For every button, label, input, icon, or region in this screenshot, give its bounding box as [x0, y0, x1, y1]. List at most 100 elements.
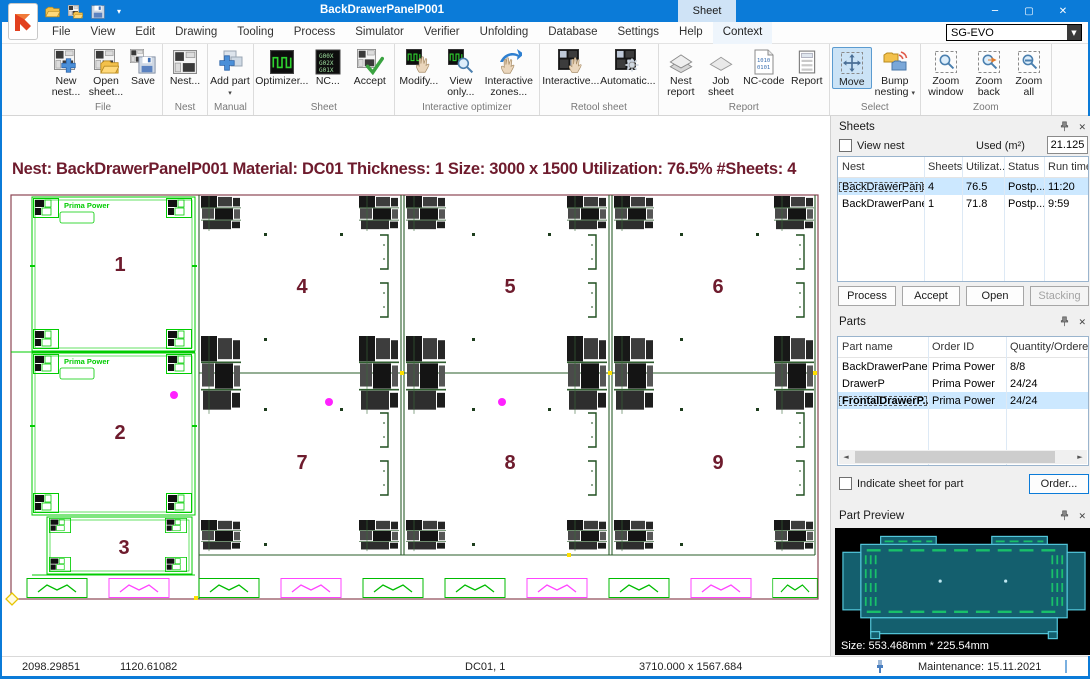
app-logo[interactable]: [8, 3, 38, 40]
tab-simulator[interactable]: Simulator: [345, 22, 414, 44]
statusbar-divider: [1065, 660, 1067, 673]
nest-button[interactable]: Nest...: [165, 47, 205, 87]
parts-row[interactable]: DrawerP Prima Power 24/24: [838, 375, 1088, 392]
maximize-button[interactable]: ▢: [1012, 0, 1046, 22]
parts-col-qty[interactable]: Quantity/Ordered: [1006, 341, 1089, 353]
optimizer-icon: [267, 48, 297, 76]
tab-unfolding[interactable]: Unfolding: [470, 22, 539, 44]
svg-text:1: 1: [114, 254, 125, 276]
parts-col-name[interactable]: Part name: [838, 341, 928, 353]
optimizer-button[interactable]: Optimizer...: [256, 47, 308, 87]
tab-verifier[interactable]: Verifier: [414, 22, 470, 44]
view-nest-label: View nest: [857, 140, 905, 152]
sheets-col-runtime[interactable]: Run time: [1044, 161, 1089, 173]
bump-nesting-button[interactable]: Bump nesting ▾: [872, 47, 918, 99]
minimize-button[interactable]: ─: [978, 0, 1012, 22]
parts-row[interactable]: BackDrawerPanelP Prima Power 8/8: [838, 358, 1088, 375]
ribbon-group-retool-sheet: Interactive... Automatic... Retool sheet: [540, 44, 659, 115]
sheets-col-sheets[interactable]: Sheets: [924, 161, 962, 173]
view-only-button[interactable]: View only...: [441, 47, 481, 99]
sheets-row[interactable]: BackDrawerPanel... 4 76.5 Postp... 11:20: [838, 178, 1088, 195]
accept-button[interactable]: Accept: [348, 47, 392, 87]
nc-button[interactable]: G00XG02XG01X NC...: [308, 47, 348, 87]
scroll-left-icon[interactable]: ◄: [839, 450, 853, 464]
retool-interactive-button[interactable]: Interactive...: [542, 47, 600, 87]
group-label-sheet: Sheet: [256, 102, 392, 115]
tab-context[interactable]: Context: [713, 22, 773, 44]
zoom-back-button[interactable]: Zoom back: [969, 47, 1009, 99]
qat-open-nest-button[interactable]: [67, 4, 83, 19]
tab-file[interactable]: File: [42, 22, 81, 44]
close-icon[interactable]: ✕: [1078, 318, 1086, 328]
open-button[interactable]: Open: [966, 286, 1024, 306]
combo-dropdown-icon[interactable]: ▼: [1067, 25, 1081, 40]
sheets-row[interactable]: BackDrawerPanel... 1 71.8 Postp... 9:59: [838, 195, 1088, 212]
cursor-x-value: 2098.29851: [22, 661, 80, 673]
close-icon[interactable]: ✕: [1078, 512, 1086, 522]
context-tab-group[interactable]: Sheet: [678, 0, 736, 22]
zoom-all-button[interactable]: Zoom all: [1009, 47, 1049, 99]
open-sheet-button[interactable]: Open sheet...: [86, 47, 126, 99]
scroll-right-icon[interactable]: ►: [1073, 450, 1087, 464]
tab-settings[interactable]: Settings: [607, 22, 669, 44]
tab-database[interactable]: Database: [538, 22, 607, 44]
tab-help[interactable]: Help: [669, 22, 713, 44]
accept-sheet-button[interactable]: Accept: [902, 286, 960, 306]
nesting-canvas[interactable]: Nest: BackDrawerPanelP001 Material: DC01…: [2, 116, 830, 656]
save-button[interactable]: Save: [126, 47, 160, 87]
new-nest-icon: [51, 48, 81, 76]
brand-text: Prima Power: [64, 357, 110, 366]
sheets-table[interactable]: Nest Sheets Utilizat... Status Run time …: [837, 156, 1089, 282]
scrollbar-thumb[interactable]: [855, 451, 1055, 463]
new-nest-button[interactable]: New nest...: [46, 47, 86, 99]
order-button[interactable]: Order...: [1029, 474, 1089, 494]
pin-icon[interactable]: [1059, 510, 1070, 523]
interactive-zones-button[interactable]: Interactive zones...: [481, 47, 537, 99]
view-nest-checkbox[interactable]: [839, 139, 852, 152]
zoom-window-button[interactable]: Zoom window: [923, 47, 969, 99]
svg-text:1010: 1010: [757, 58, 770, 64]
qat-customize-icon[interactable]: ▾: [117, 7, 121, 16]
open-sheet-icon: [91, 48, 121, 76]
group-label-zoom: Zoom: [923, 102, 1049, 115]
tab-drawing[interactable]: Drawing: [165, 22, 227, 44]
job-sheet-button[interactable]: Job sheet: [701, 47, 741, 99]
nest-report-button[interactable]: Nest report: [661, 47, 701, 99]
quick-access-toolbar: ▾: [44, 4, 121, 19]
ribbon-group-interactive-optimizer: Modify... View only... Interactive zones…: [395, 44, 540, 115]
add-part-button[interactable]: Add part ▾: [210, 47, 250, 99]
close-button[interactable]: ✕: [1046, 0, 1080, 22]
tab-process[interactable]: Process: [284, 22, 346, 44]
move-button[interactable]: Move: [832, 47, 872, 89]
qat-save-button[interactable]: [90, 4, 106, 19]
sheets-col-nest[interactable]: Nest: [838, 161, 924, 173]
indicate-sheet-checkbox[interactable]: [839, 477, 852, 490]
tab-edit[interactable]: Edit: [125, 22, 165, 44]
pin-icon[interactable]: [1059, 121, 1070, 134]
svg-text:G02X: G02X: [319, 60, 334, 67]
process-button[interactable]: Process: [838, 286, 896, 306]
parts-hscrollbar[interactable]: ◄ ►: [839, 450, 1087, 464]
part-preview-viewport[interactable]: Size: 553.468mm * 225.54mm: [835, 528, 1090, 655]
parts-row[interactable]: FrontalDrawerP... Prima Power 24/24: [838, 392, 1088, 409]
nc-code-button[interactable]: 10100101 NC-code: [741, 47, 787, 87]
retool-automatic-button[interactable]: Automatic...: [600, 47, 656, 87]
pin-icon[interactable]: [1059, 316, 1070, 329]
close-icon[interactable]: ✕: [1078, 123, 1086, 133]
modify-button[interactable]: Modify...: [397, 47, 441, 87]
sheets-col-status[interactable]: Status: [1004, 161, 1044, 173]
parts-panel-title: Parts: [839, 316, 866, 328]
tab-view[interactable]: View: [81, 22, 126, 44]
svg-text:9: 9: [712, 452, 723, 474]
parts-col-order[interactable]: Order ID: [928, 341, 1006, 353]
parts-table[interactable]: Part name Order ID Quantity/Ordered Back…: [837, 336, 1089, 466]
tab-tooling[interactable]: Tooling: [227, 22, 283, 44]
indicate-sheet-label: Indicate sheet for part: [857, 478, 963, 490]
sheets-col-utilization[interactable]: Utilizat...: [962, 161, 1004, 173]
report-button[interactable]: Report: [787, 47, 827, 87]
part-preview-drawing: [835, 528, 1090, 652]
qat-open-button[interactable]: [44, 4, 60, 19]
machine-profile-combobox[interactable]: SG-EVO ▼: [946, 24, 1082, 41]
sheet-size-value: 3710.000 x 1567.684: [639, 661, 742, 673]
zoom-all-icon: [1014, 48, 1044, 76]
